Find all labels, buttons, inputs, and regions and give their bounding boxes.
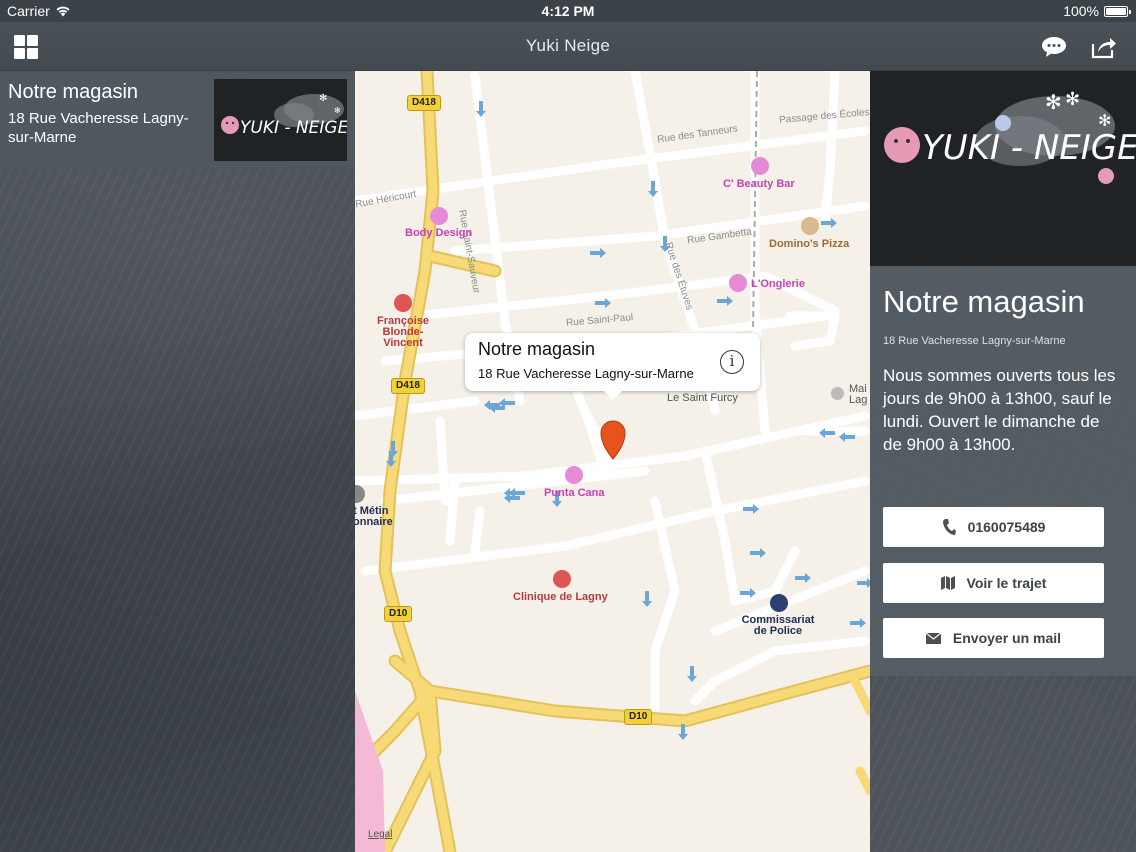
health-icon[interactable] xyxy=(394,294,412,312)
road-shield: D10 xyxy=(384,606,413,622)
shopping-icon[interactable] xyxy=(729,274,747,292)
poi-label: C' Beauty Bar xyxy=(723,178,795,190)
poi-label: Mai Lag xyxy=(849,383,868,406)
envelope-icon xyxy=(925,632,941,644)
list-item-store[interactable]: Notre magasin 18 Rue Vacheresse Lagny-su… xyxy=(0,71,355,169)
status-bar: Carrier 4:12 PM 100% xyxy=(0,0,1136,22)
shopping-icon[interactable] xyxy=(565,466,583,484)
battery-group: 100% xyxy=(1063,3,1131,19)
map-view[interactable]: D418 D418 D10 D10 Rue des Tanneurs Passa… xyxy=(355,71,870,852)
detail-address: 18 Rue Vacheresse Lagny-sur-Marne xyxy=(883,335,1066,347)
svg-text:✻: ✻ xyxy=(1065,89,1080,110)
store-thumbnail: YUKI - NEIGE ✻ ✻ xyxy=(214,79,347,161)
logo-text: YUKI - NEIGE xyxy=(240,118,347,138)
phone-icon xyxy=(942,519,956,535)
road-shield: D10 xyxy=(624,709,653,725)
poi-label: t Métin onnaire xyxy=(355,505,393,528)
store-detail-panel: Notre magasin 18 Rue Vacheresse Lagny-su… xyxy=(870,266,1136,676)
poi-label: Punta Cana xyxy=(544,487,605,499)
poi-label: Françoise Blonde-Vincent xyxy=(377,315,429,349)
call-button-label: 0160075489 xyxy=(967,519,1046,535)
list-item-address: 18 Rue Vacheresse Lagny-sur-Marne xyxy=(8,110,189,146)
yuki-neige-logo: YUKI - NEIGE ✻ ✻ xyxy=(221,93,347,138)
place-icon[interactable] xyxy=(831,387,844,400)
store-logo-banner: YUKI - NEIGE ✻ ✻ ✻ xyxy=(870,71,1136,266)
navigation-bar: Yuki Neige xyxy=(0,22,1136,71)
poi-label: Commissariat de Police xyxy=(741,614,815,637)
callout-address: 18 Rue Vacheresse Lagny-sur-Marne xyxy=(478,366,694,381)
info-icon[interactable]: i xyxy=(720,350,744,374)
clock: 4:12 PM xyxy=(541,3,595,19)
svg-text:✻: ✻ xyxy=(1098,111,1111,130)
battery-icon xyxy=(1104,5,1131,17)
road-shield: D418 xyxy=(391,378,425,394)
route-button-label: Voir le trajet xyxy=(966,575,1047,591)
chat-icon[interactable] xyxy=(1040,35,1068,59)
shopping-icon[interactable] xyxy=(751,157,769,175)
legal-link[interactable]: Legal xyxy=(368,829,392,840)
poi-label: Clinique de Lagny xyxy=(513,591,608,603)
svg-text:✻: ✻ xyxy=(1045,90,1062,114)
detail-description: Nous sommes ouverts tous les jours de 9h… xyxy=(883,366,1116,454)
police-icon[interactable] xyxy=(770,594,788,612)
road-shield: D418 xyxy=(407,95,441,111)
mail-button[interactable]: Envoyer un mail xyxy=(883,618,1104,658)
map-icon xyxy=(940,576,955,590)
yuki-neige-logo: YUKI - NEIGE ✻ ✻ ✻ xyxy=(884,89,1136,184)
call-button[interactable]: 0160075489 xyxy=(883,507,1104,547)
mail-button-label: Envoyer un mail xyxy=(952,630,1062,646)
poi-label: Le Saint Furcy xyxy=(667,392,738,404)
svg-text:✻: ✻ xyxy=(334,106,341,115)
poi-label: Body Design xyxy=(405,227,473,239)
restaurant-icon[interactable] xyxy=(801,217,819,235)
battery-percent: 100% xyxy=(1063,3,1099,19)
shopping-icon[interactable] xyxy=(430,207,448,225)
svg-text:✻: ✻ xyxy=(319,93,327,104)
nav-title: Yuki Neige xyxy=(525,36,611,55)
map-callout[interactable]: Notre magasin 18 Rue Vacheresse Lagny-su… xyxy=(465,333,760,400)
health-icon[interactable] xyxy=(553,570,571,588)
logo-text: YUKI - NEIGE xyxy=(922,128,1136,168)
route-button[interactable]: Voir le trajet xyxy=(883,563,1104,603)
poi-label: L'Onglerie xyxy=(751,278,805,290)
detail-title: Notre magasin xyxy=(883,284,1085,319)
poi-label: Domino's Pizza xyxy=(769,238,850,250)
list-item-title: Notre magasin xyxy=(8,81,139,103)
share-icon[interactable] xyxy=(1090,34,1118,60)
callout-title: Notre magasin xyxy=(478,339,596,359)
